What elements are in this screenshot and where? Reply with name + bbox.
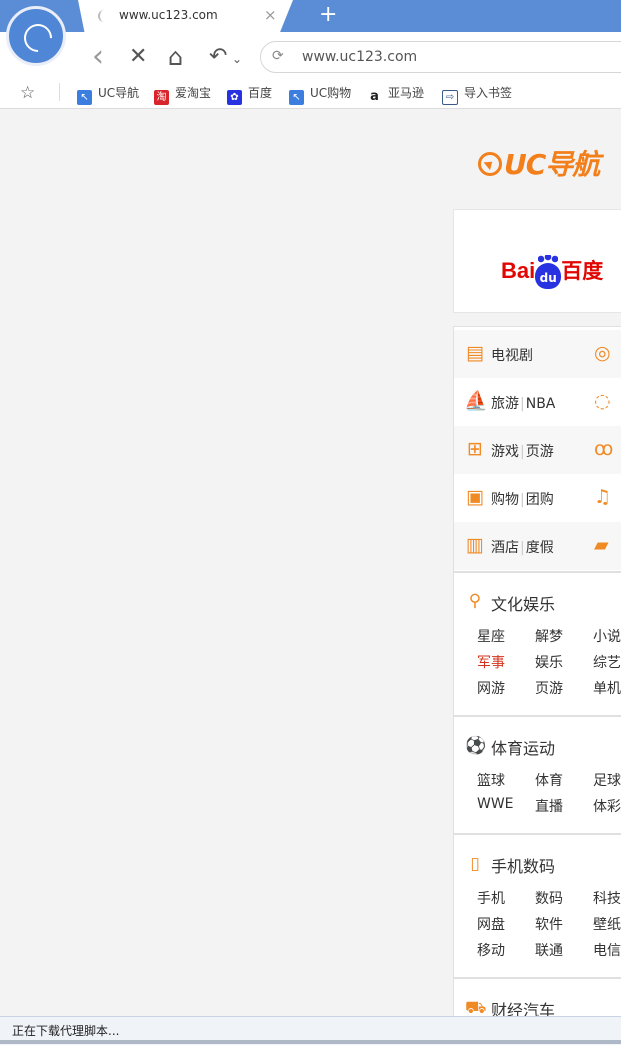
music-icon[interactable]: ♫: [594, 486, 618, 510]
category-row[interactable]: ▣ 购物|团购 ♫: [454, 474, 621, 522]
category-row[interactable]: ▤ 电视剧 ◎: [454, 330, 621, 378]
import-icon: ⇨: [442, 90, 458, 105]
film-reel-icon[interactable]: ◎: [594, 342, 618, 366]
sailboat-icon: ⛵: [464, 390, 488, 412]
uc-nav-icon: ↖: [77, 90, 92, 105]
bookmark-label: 导入书签: [464, 86, 513, 100]
link[interactable]: 软件: [535, 914, 563, 934]
baidu-logo-bai: Bai: [501, 258, 536, 283]
link[interactable]: 壁纸: [593, 914, 621, 934]
logo-text: UC导航: [504, 148, 600, 181]
category-row[interactable]: ⛵ 旅游|NBA ◌: [454, 378, 621, 426]
link-highlighted[interactable]: 军事: [477, 652, 505, 672]
category-row[interactable]: ▥ 酒店|度假 ▰: [454, 522, 621, 570]
bookmark-import[interactable]: ⇨ 导入书签: [442, 84, 513, 105]
home-icon[interactable]: ⌂: [168, 44, 183, 70]
category-link[interactable]: 酒店: [491, 540, 519, 556]
status-text: 正在下载代理脚本...: [12, 1024, 120, 1038]
bookmark-label: 爱淘宝: [175, 86, 212, 100]
bookmark-uc-nav[interactable]: ↖ UC导航: [77, 84, 140, 105]
link[interactable]: 星座: [477, 626, 505, 646]
link[interactable]: 足球: [593, 770, 621, 790]
link[interactable]: 小说: [593, 626, 621, 646]
soccer-ball-icon: ⚽: [465, 736, 487, 756]
bookmark-label: UC导航: [98, 86, 140, 100]
link[interactable]: 电信: [593, 940, 621, 960]
address-url[interactable]: www.uc123.com: [302, 49, 417, 65]
chat-bubble-icon[interactable]: ◌: [594, 390, 618, 414]
section-title[interactable]: 手机数码: [491, 853, 555, 877]
train-icon[interactable]: ▰: [594, 534, 618, 558]
tab-title: www.uc123.com: [119, 8, 218, 22]
uc-nav-logo[interactable]: UC导航: [478, 143, 600, 183]
category-link[interactable]: 页游: [526, 444, 554, 460]
category-link[interactable]: 购物: [491, 492, 519, 508]
amazon-icon: a: [370, 89, 379, 104]
category-link[interactable]: 团购: [526, 492, 554, 508]
link[interactable]: 手机: [477, 888, 505, 908]
baidu-logo-cn: 百度: [561, 259, 604, 283]
undo-icon[interactable]: ↶: [209, 44, 227, 70]
category-link[interactable]: 旅游: [491, 396, 519, 412]
clapperboard-icon: ▤: [466, 342, 484, 364]
loading-spinner-icon: [98, 10, 110, 22]
section-title[interactable]: 文化娱乐: [491, 591, 555, 615]
gamepad-icon: ⊞: [467, 438, 483, 460]
link[interactable]: 体育: [535, 770, 563, 790]
taskbar-edge: [0, 1040, 621, 1044]
link[interactable]: 体彩: [593, 796, 621, 816]
uc-logo-icon: [478, 152, 502, 176]
link[interactable]: 网盘: [477, 914, 505, 934]
link[interactable]: 解梦: [535, 626, 563, 646]
tab-close-icon[interactable]: ×: [264, 6, 277, 24]
category-row[interactable]: ⊞ 游戏|页游 ꝏ: [454, 426, 621, 474]
bookmark-label: 亚马逊: [388, 86, 425, 100]
link[interactable]: 综艺: [593, 652, 621, 672]
stop-icon[interactable]: ✕: [129, 44, 147, 70]
bookmark-amazon[interactable]: a 亚马逊: [367, 84, 425, 104]
category-link[interactable]: 度假: [526, 540, 554, 556]
bookmark-uc-shopping[interactable]: ↖ UC购物: [289, 84, 352, 105]
link[interactable]: WWE: [477, 796, 514, 812]
star-icon[interactable]: ☆: [20, 83, 35, 103]
category-link[interactable]: 电视剧: [491, 348, 533, 364]
bookmark-taobao[interactable]: 淘爱淘宝: [154, 84, 212, 105]
baidu-logo[interactable]: Bai du 百度: [501, 255, 603, 289]
link[interactable]: 网游: [477, 678, 505, 698]
shopping-bag-icon: ▣: [466, 486, 484, 508]
bookmarks-divider: [59, 83, 60, 101]
baidu-paw-icon: du: [535, 255, 562, 289]
link[interactable]: 直播: [535, 796, 563, 816]
magnifier-icon: ⚲: [468, 591, 482, 611]
link[interactable]: 科技: [593, 888, 621, 908]
back-icon[interactable]: ‹: [92, 42, 104, 72]
section-title[interactable]: 体育运动: [491, 735, 555, 759]
baidu-icon: ✿: [227, 90, 242, 105]
phone-icon: ▯: [470, 854, 480, 874]
bra-icon[interactable]: ꝏ: [594, 438, 618, 462]
new-tab-button[interactable]: +: [319, 2, 337, 28]
link[interactable]: 娱乐: [535, 652, 563, 672]
car-icon: ⛟: [465, 998, 487, 1018]
bookmark-label: UC购物: [310, 86, 352, 100]
link[interactable]: 联通: [535, 940, 563, 960]
taobao-icon: 淘: [154, 90, 169, 105]
category-link[interactable]: 游戏: [491, 444, 519, 460]
link[interactable]: 移动: [477, 940, 505, 960]
bookmark-label: 百度: [248, 86, 273, 100]
undo-dropdown-icon[interactable]: ⌄: [232, 46, 242, 72]
link[interactable]: 篮球: [477, 770, 505, 790]
link[interactable]: 单机: [593, 678, 621, 698]
link[interactable]: 数码: [535, 888, 563, 908]
bookmark-baidu[interactable]: ✿ 百度: [227, 84, 273, 105]
hotel-icon: ▥: [466, 534, 484, 556]
site-security-icon[interactable]: ⟳: [272, 48, 284, 64]
uc-shopping-icon: ↖: [289, 90, 304, 105]
link[interactable]: 页游: [535, 678, 563, 698]
uc-browser-logo-button[interactable]: [6, 6, 66, 66]
category-link[interactable]: NBA: [526, 396, 556, 412]
